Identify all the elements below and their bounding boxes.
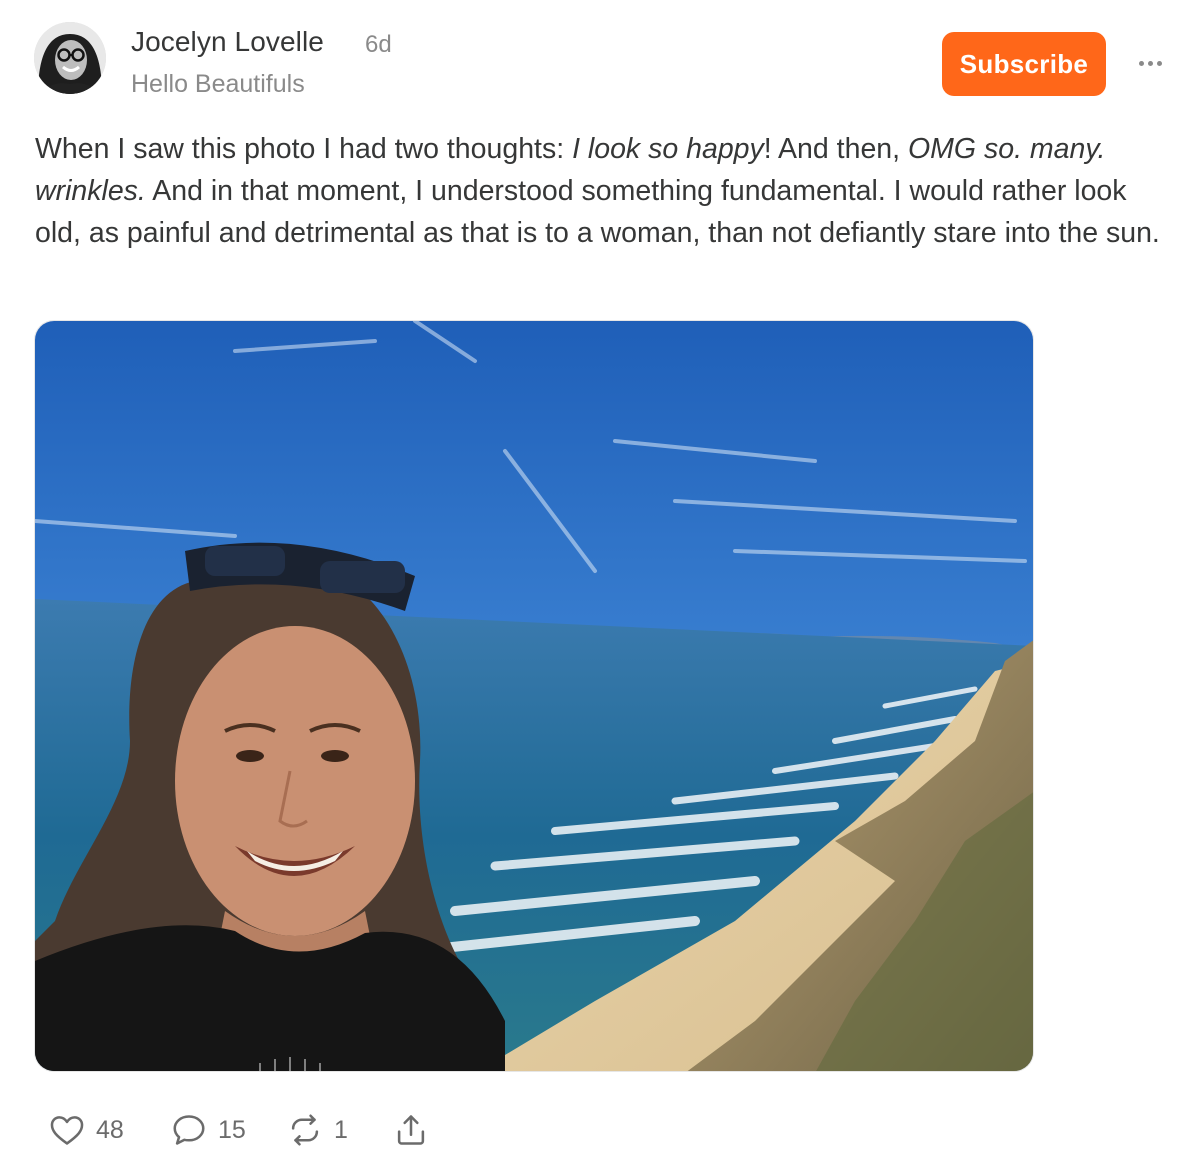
comment-button[interactable]: 15	[170, 1105, 246, 1155]
share-upload-icon	[397, 1115, 425, 1145]
restack-arrows-icon	[291, 1114, 319, 1146]
share-button[interactable]	[392, 1105, 430, 1155]
heart-icon	[50, 1116, 84, 1145]
speech-bubble-icon	[173, 1115, 205, 1145]
like-button[interactable]: 48	[48, 1105, 124, 1155]
subscribe-button[interactable]: Subscribe	[942, 32, 1106, 96]
comment-count: 15	[218, 1115, 246, 1144]
restack-count: 1	[334, 1115, 348, 1144]
post-timestamp: 6d	[365, 31, 392, 58]
post-photo[interactable]	[34, 320, 1034, 1072]
post-body: When I saw this photo I had two thoughts…	[35, 128, 1175, 254]
more-options-button[interactable]	[1132, 48, 1168, 78]
like-count: 48	[96, 1115, 124, 1144]
publication-name[interactable]: Hello Beautifuls	[131, 70, 305, 99]
body-text: ! And then,	[763, 133, 908, 165]
author-avatar[interactable]	[34, 22, 106, 94]
body-emphasis: I look so happy	[572, 133, 764, 165]
restack-button[interactable]: 1	[286, 1105, 348, 1155]
body-text: And in that moment, I understood somethi…	[35, 175, 1160, 249]
body-text: When I saw this photo I had two thoughts…	[35, 133, 573, 165]
ellipsis-icon	[1138, 60, 1144, 66]
author-name[interactable]: Jocelyn Lovelle	[131, 26, 324, 58]
